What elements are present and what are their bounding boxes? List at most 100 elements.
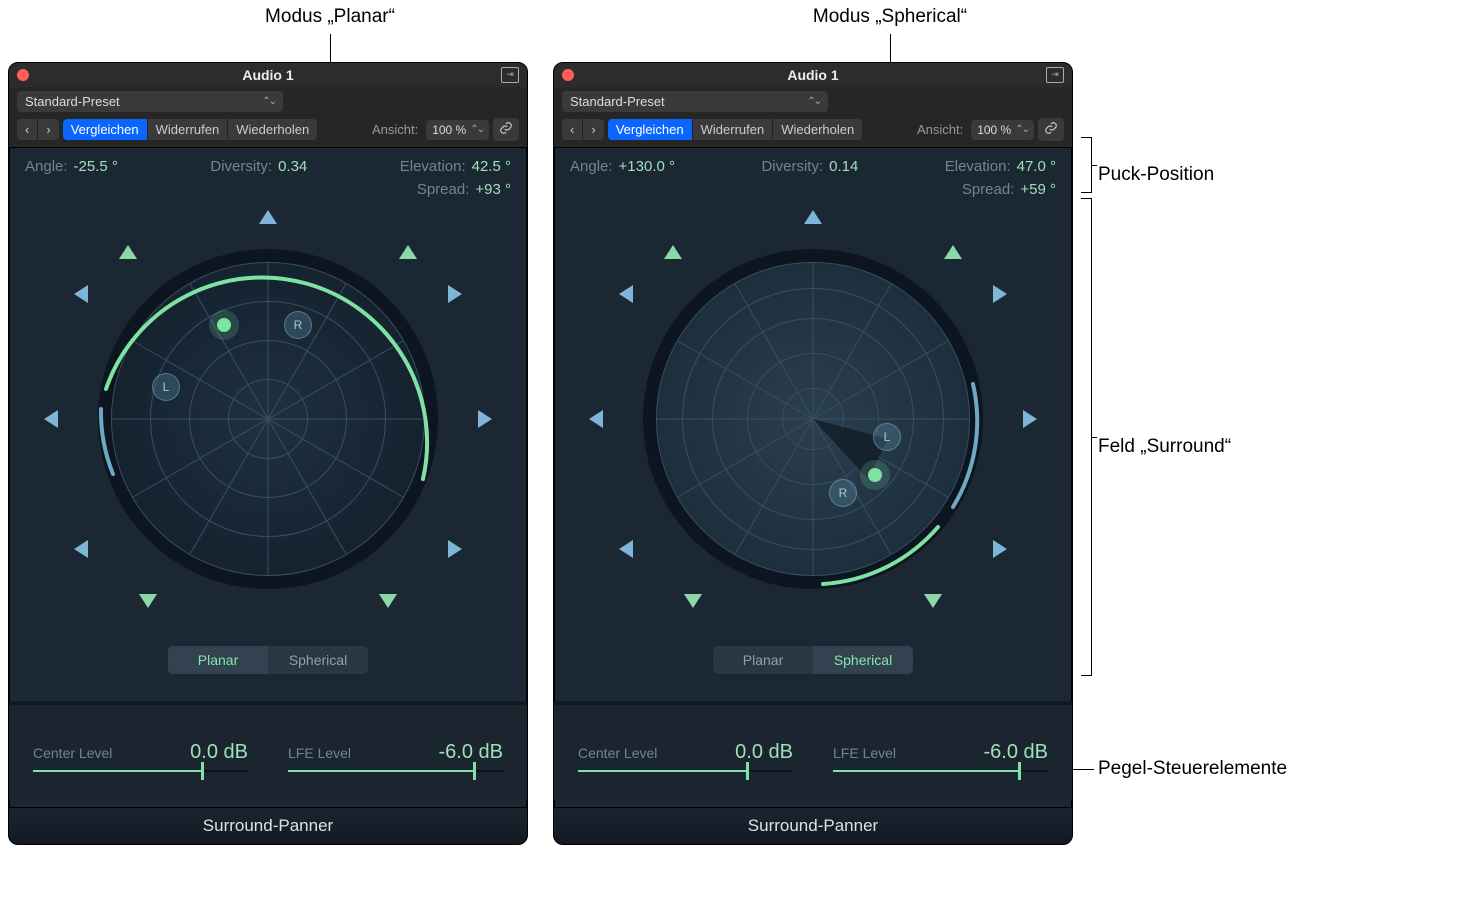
speaker-icon [259, 210, 277, 228]
plugin-name: Surround-Panner [554, 807, 1072, 844]
undo-button[interactable]: Widerrufen [148, 119, 229, 140]
speaker-icon [664, 245, 682, 263]
redo-button[interactable]: Wiederholen [773, 119, 862, 140]
annotation-spherical: Modus „Spherical“ [680, 6, 1100, 28]
speaker-icon [74, 540, 92, 558]
speaker-icon [44, 410, 62, 428]
lfe-level-slider[interactable] [288, 770, 503, 772]
speaker-icon [74, 285, 92, 303]
title-bar[interactable]: Audio 1 ⇥ [9, 63, 527, 87]
window-title: Audio 1 [554, 67, 1072, 83]
lfe-level-value[interactable]: -6.0 dB [984, 741, 1048, 764]
annotation-puck-position: Puck-Position [1098, 164, 1214, 186]
elevation-value[interactable]: 47.0 ° [1017, 158, 1056, 175]
center-level-slider[interactable] [578, 770, 793, 772]
annotation-level-controls: Pegel-Steuerelemente [1098, 758, 1287, 780]
next-button[interactable]: › [38, 119, 58, 140]
spread-arc [633, 239, 993, 599]
view-label: Ansicht: [917, 122, 963, 137]
spread-arc [88, 239, 448, 599]
l-marker[interactable]: L [152, 373, 180, 401]
next-button[interactable]: › [583, 119, 603, 140]
chevron-up-down-icon: ⌃⌄ [1015, 124, 1028, 135]
pan-puck[interactable] [868, 468, 882, 482]
pan-puck[interactable] [217, 318, 231, 332]
speaker-icon [1019, 410, 1037, 428]
center-level-label: Center Level [33, 745, 112, 761]
spread-value[interactable]: +93 ° [475, 181, 511, 198]
surround-panner-window-planar: Audio 1 ⇥ Standard-Preset ⌃⌄ ‹ › Verglei… [8, 62, 528, 845]
chevron-up-down-icon: ⌃⌄ [470, 124, 483, 135]
speaker-icon [444, 540, 462, 558]
preset-dropdown[interactable]: Standard-Preset ⌃⌄ [562, 91, 828, 112]
sidebar-toggle-icon[interactable]: ⇥ [501, 67, 519, 83]
l-marker[interactable]: L [873, 423, 901, 451]
angle-value[interactable]: +130.0 ° [619, 158, 675, 175]
close-icon[interactable] [562, 69, 574, 81]
speaker-icon [474, 410, 492, 428]
speaker-icon [989, 540, 1007, 558]
speaker-icon [399, 245, 417, 263]
annotation-surround-field: Feld „Surround“ [1098, 436, 1231, 458]
center-level-value[interactable]: 0.0 dB [190, 741, 248, 764]
surround-field[interactable]: R L [9, 204, 527, 634]
title-bar[interactable]: Audio 1 ⇥ [554, 63, 1072, 87]
spread-value[interactable]: +59 ° [1020, 181, 1056, 198]
speaker-icon [804, 210, 822, 228]
speaker-icon [684, 590, 702, 608]
mode-tabs: Planar Spherical [168, 646, 368, 674]
level-controls: Center Level 0.0 dB LFE Level -6.0 dB [554, 701, 1072, 800]
zoom-stepper[interactable]: 100 %⌃⌄ [971, 120, 1034, 140]
speaker-icon [444, 285, 462, 303]
elevation-value[interactable]: 42.5 ° [472, 158, 511, 175]
puck-position-readouts: Angle:+130.0 ° Diversity:0.14 Elevation:… [554, 148, 1072, 198]
speaker-icon [119, 245, 137, 263]
tab-planar[interactable]: Planar [168, 646, 268, 674]
center-level-label: Center Level [578, 745, 657, 761]
surround-field[interactable]: L R [554, 204, 1072, 634]
preset-dropdown[interactable]: Standard-Preset ⌃⌄ [17, 91, 283, 112]
lfe-level-slider[interactable] [833, 770, 1048, 772]
angle-value[interactable]: -25.5 ° [74, 158, 118, 175]
lfe-level-label: LFE Level [288, 745, 351, 761]
puck-position-readouts: Angle:-25.5 ° Diversity:0.34 Elevation:4… [9, 148, 527, 198]
plugin-name: Surround-Panner [9, 807, 527, 844]
annotation-planar: Modus „Planar“ [120, 6, 540, 28]
diversity-value[interactable]: 0.34 [278, 158, 307, 175]
compare-button[interactable]: Vergleichen [608, 119, 693, 140]
level-controls: Center Level 0.0 dB LFE Level -6.0 dB [9, 701, 527, 800]
sidebar-toggle-icon[interactable]: ⇥ [1046, 67, 1064, 83]
link-button[interactable] [493, 118, 519, 141]
speaker-icon [989, 285, 1007, 303]
prev-button[interactable]: ‹ [17, 119, 38, 140]
speaker-icon [139, 590, 157, 608]
speaker-icon [619, 285, 637, 303]
diversity-value[interactable]: 0.14 [829, 158, 858, 175]
compare-button[interactable]: Vergleichen [63, 119, 148, 140]
tab-planar[interactable]: Planar [713, 646, 813, 674]
center-level-value[interactable]: 0.0 dB [735, 741, 793, 764]
speaker-icon [589, 410, 607, 428]
zoom-stepper[interactable]: 100 %⌃⌄ [426, 120, 489, 140]
center-level-slider[interactable] [33, 770, 248, 772]
window-title: Audio 1 [9, 67, 527, 83]
prev-button[interactable]: ‹ [562, 119, 583, 140]
view-label: Ansicht: [372, 122, 418, 137]
close-icon[interactable] [17, 69, 29, 81]
undo-button[interactable]: Widerrufen [693, 119, 774, 140]
chevron-up-down-icon: ⌃⌄ [807, 96, 820, 107]
redo-button[interactable]: Wiederholen [228, 119, 317, 140]
r-marker[interactable]: R [284, 311, 312, 339]
speaker-icon [379, 590, 397, 608]
tab-spherical[interactable]: Spherical [268, 646, 368, 674]
speaker-icon [924, 590, 942, 608]
speaker-icon [619, 540, 637, 558]
lfe-level-label: LFE Level [833, 745, 896, 761]
lfe-level-value[interactable]: -6.0 dB [439, 741, 503, 764]
mode-tabs: Planar Spherical [713, 646, 913, 674]
r-marker[interactable]: R [829, 479, 857, 507]
speaker-icon [944, 245, 962, 263]
surround-panner-window-spherical: Audio 1 ⇥ Standard-Preset ⌃⌄ ‹ › Verglei… [553, 62, 1073, 845]
link-button[interactable] [1038, 118, 1064, 141]
tab-spherical[interactable]: Spherical [813, 646, 913, 674]
